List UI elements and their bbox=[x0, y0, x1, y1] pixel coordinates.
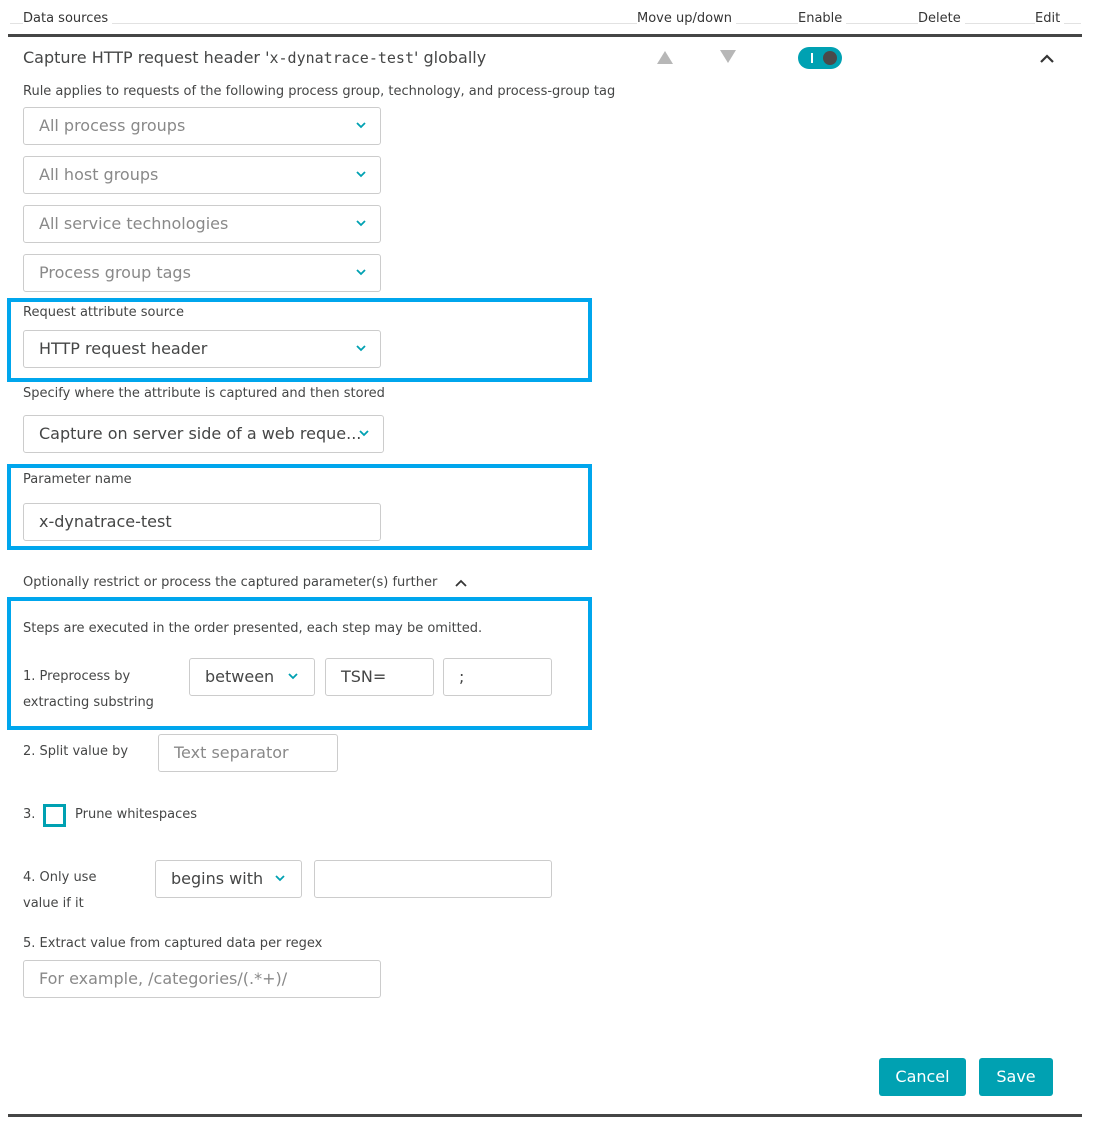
select-value: begins with bbox=[171, 869, 264, 888]
prune-whitespaces-checkbox[interactable] bbox=[43, 804, 66, 827]
col-delete: Delete bbox=[918, 11, 965, 26]
step3-number: 3. bbox=[23, 807, 36, 822]
capture-location-select[interactable]: Capture on server side of a web reque... bbox=[23, 415, 384, 453]
select-value: All host groups bbox=[39, 165, 159, 184]
header-rule bbox=[8, 34, 1082, 37]
collapse-caret-icon[interactable] bbox=[1040, 52, 1054, 66]
rule-title-prefix: Capture HTTP request header ' bbox=[23, 48, 270, 67]
step5-label: 5. Extract value from captured data per … bbox=[23, 936, 323, 951]
chevron-down-icon bbox=[275, 875, 285, 882]
input-value: x-dynatrace-test bbox=[39, 512, 172, 531]
optional-label: Optionally restrict or process the captu… bbox=[23, 575, 438, 590]
step4-label-line2: value if it bbox=[23, 896, 84, 911]
input-value: TSN= bbox=[341, 667, 387, 686]
chevron-down-icon bbox=[356, 220, 366, 227]
input-value: ; bbox=[459, 667, 465, 686]
toggle-knob bbox=[823, 51, 837, 65]
cancel-button[interactable]: Cancel bbox=[879, 1058, 966, 1096]
host-groups-select[interactable]: All host groups bbox=[23, 156, 381, 194]
chevron-down-icon bbox=[356, 345, 366, 352]
col-data-sources: Data sources bbox=[23, 11, 113, 26]
chevron-down-icon bbox=[356, 269, 366, 276]
source-label: Request attribute source bbox=[23, 305, 184, 320]
step1-to-input[interactable]: ; bbox=[443, 658, 552, 696]
select-value: All service technologies bbox=[39, 214, 229, 233]
save-button[interactable]: Save bbox=[979, 1058, 1053, 1096]
input-placeholder: For example, /categories/(.*+)/ bbox=[39, 969, 288, 988]
split-separator-input[interactable]: Text separator bbox=[158, 734, 338, 772]
select-value: HTTP request header bbox=[39, 339, 208, 358]
process-groups-select[interactable]: All process groups bbox=[23, 107, 381, 145]
move-up-icon[interactable] bbox=[657, 51, 673, 64]
step1-from-input[interactable]: TSN= bbox=[325, 658, 434, 696]
attribute-source-select[interactable]: HTTP request header bbox=[23, 330, 381, 368]
col-enable: Enable bbox=[798, 11, 847, 26]
process-group-tags-select[interactable]: Process group tags bbox=[23, 254, 381, 292]
col-edit: Edit bbox=[1035, 11, 1065, 26]
select-value: Capture on server side of a web reque... bbox=[39, 424, 362, 443]
step1-mode-select[interactable]: between bbox=[189, 658, 315, 696]
parameter-label: Parameter name bbox=[23, 472, 132, 487]
select-value: Process group tags bbox=[39, 263, 191, 282]
toggle-on-mark bbox=[811, 53, 813, 63]
rule-title-suffix: ' globally bbox=[414, 48, 487, 67]
col-move: Move up/down bbox=[637, 11, 736, 26]
step1-label-line2: extracting substring bbox=[23, 695, 154, 710]
chevron-down-icon bbox=[359, 430, 369, 437]
step4-value-input[interactable] bbox=[314, 860, 552, 898]
select-value: All process groups bbox=[39, 116, 186, 135]
step3-label: Prune whitespaces bbox=[75, 807, 198, 822]
input-placeholder: Text separator bbox=[174, 743, 289, 762]
regex-input[interactable]: For example, /categories/(.*+)/ bbox=[23, 960, 381, 998]
footer-rule bbox=[8, 1114, 1082, 1117]
rule-title-code: x-dynatrace-test bbox=[269, 49, 415, 67]
service-technologies-select[interactable]: All service technologies bbox=[23, 205, 381, 243]
step1-label-line1: 1. Preprocess by bbox=[23, 669, 131, 684]
step4-label-line1: 4. Only use bbox=[23, 870, 97, 885]
enable-toggle[interactable] bbox=[798, 47, 842, 69]
parameter-name-input[interactable]: x-dynatrace-test bbox=[23, 503, 381, 541]
chevron-down-icon bbox=[356, 122, 366, 129]
rule-title: Capture HTTP request header 'x-dynatrace… bbox=[23, 48, 486, 67]
select-value: between bbox=[205, 667, 275, 686]
chevron-down-icon bbox=[356, 171, 366, 178]
scope-label: Rule applies to requests of the followin… bbox=[23, 84, 616, 99]
collapse-optional-icon[interactable] bbox=[455, 578, 467, 588]
chevron-down-icon bbox=[288, 673, 298, 680]
step4-mode-select[interactable]: begins with bbox=[155, 860, 302, 898]
steps-intro: Steps are executed in the order presente… bbox=[23, 621, 483, 636]
step2-label: 2. Split value by bbox=[23, 744, 129, 759]
capture-label: Specify where the attribute is captured … bbox=[23, 386, 385, 401]
move-down-icon[interactable] bbox=[720, 50, 736, 63]
